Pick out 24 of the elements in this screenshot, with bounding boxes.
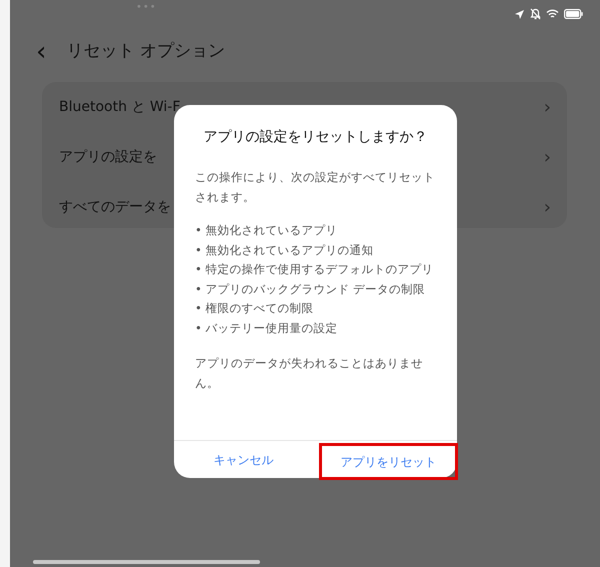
option-label: アプリの設定を: [59, 148, 157, 166]
dialog-message: この操作により、次の設定がすべてリセットされます。: [195, 169, 436, 206]
option-label: すべてのデータを: [59, 198, 171, 216]
dialog-title: アプリの設定をリセットしますか？: [202, 128, 428, 147]
chevron-icon: ›: [544, 194, 551, 220]
chevron-icon: ›: [544, 94, 551, 120]
bell-off-icon: [530, 8, 541, 20]
list-item: • 無効化されているアプリ: [195, 222, 339, 239]
list-item: • バッテリー使用量の設定: [195, 320, 339, 337]
cancel-button[interactable]: キャンセル: [174, 441, 313, 478]
list-item: • 権限のすべての制限: [195, 300, 315, 318]
status-dots: •••: [136, 1, 157, 15]
list-item: • アプリのバックグラウンド データの制限: [195, 280, 426, 298]
chevron-icon: ›: [544, 144, 551, 170]
list-item: • 無効化されているアプリの通知: [195, 242, 375, 259]
back-button[interactable]: ‹: [36, 38, 46, 66]
option-label: Bluetooth と Wi-F: [59, 98, 180, 116]
battery-icon: [564, 9, 583, 19]
location-icon: [514, 8, 525, 20]
dialog-note: アプリのデータが失われることはありません。: [195, 354, 424, 392]
list-item: • 特定の操作で使用するデフォルトのアプリ: [195, 261, 435, 278]
wifi-icon: [546, 9, 559, 19]
reset-button[interactable]: アプリをリセット: [319, 443, 458, 480]
page-title: リセット オプション: [66, 40, 225, 64]
